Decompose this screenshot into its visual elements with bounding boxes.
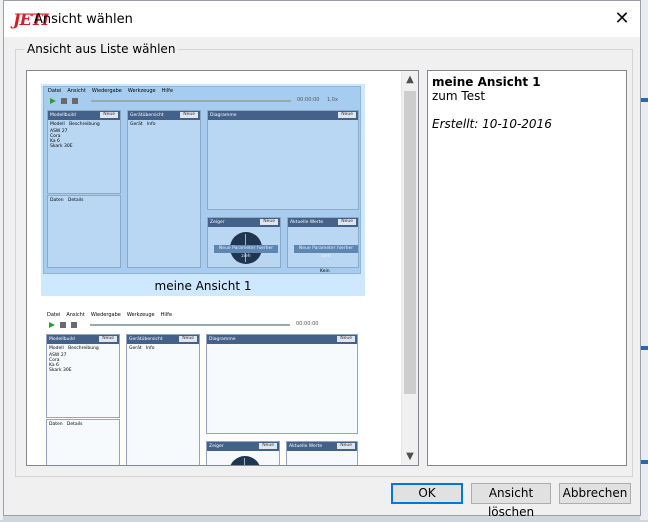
preview-values-panel: Aktuelle Werte Neue [286,441,358,465]
preview-time: 00:00:00 [296,321,319,327]
details-view-name: meine Ansicht 1 [432,75,541,89]
play-icon [50,98,56,104]
preview-footer: Kein [320,269,330,274]
preview-pointer-panel: Zeiger Neue [206,441,280,465]
preview-speed: 1.0x [327,97,338,103]
preview-diagram-panel: Diagramme Neue [207,110,359,210]
dialog-title: Ansicht wählen [34,12,133,27]
delete-view-button[interactable]: Ansicht löschen [471,483,551,519]
list-scrollbar[interactable]: ▲ ▼ [401,71,418,465]
preview-device-panel: Gerätübersicht Neue Gerät Info [126,334,200,465]
scroll-down-icon[interactable]: ▼ [402,448,418,465]
group-label: Ansicht aus Liste wählen [24,42,179,56]
pause-icon [61,98,67,104]
view-list-group: Ansicht aus Liste wählen Datei Ansicht Wie… [15,42,633,477]
view-select-dialog: JETI Ansicht wählen ✕ Ansicht aus Liste … [3,0,641,519]
scroll-thumb[interactable] [404,91,416,394]
view-list-item[interactable]: Datei Ansicht Wiedergabe Werkzeuge Hilfe 00:… [41,309,365,465]
preview-model-panel: Modellbuild Neue Modell Beschreibung ASW … [47,110,121,194]
record-icon [72,98,78,104]
preview-toolbar: 00:00:00 [46,321,358,330]
background-accent [640,98,648,102]
gauge-icon [229,456,261,465]
details-description: zum Test [432,89,486,103]
details-created: Erstellt: 10-10-2016 [432,117,552,131]
view-details-panel: meine Ansicht 1 zum Test Erstellt: 10-10… [427,70,627,466]
scroll-up-icon[interactable]: ▲ [402,71,418,88]
preview-slider [91,100,291,102]
pause-icon [60,322,66,328]
preview-device-panel: Gerätübersicht Neue Gerät Info [127,110,201,268]
background-accent [640,460,648,464]
play-icon [49,322,55,328]
background-accent [640,346,648,350]
preview-menu: Datei Ansicht Wiedergabe Werkzeuge Hilfe [48,88,174,94]
ok-button[interactable]: OK [391,483,463,504]
background-window-edge [640,0,648,520]
preview-slider [90,324,290,326]
title-bar: JETI Ansicht wählen ✕ [4,1,640,37]
view-preview-thumbnail: Datei Ansicht Wiedergabe Werkzeuge Hilfe 00:… [43,311,361,465]
cancel-button[interactable]: Abbrechen [559,483,631,504]
view-list-item[interactable]: Datei Ansicht Wiedergabe Werkzeuge Hilfe 00:… [41,84,365,296]
close-icon[interactable]: ✕ [608,5,636,33]
record-icon [71,322,77,328]
preview-toolbar: 00:00:00 1.0x [47,97,359,106]
view-preview-thumbnail: Datei Ansicht Wiedergabe Werkzeuge Hilfe 00:… [43,86,361,274]
view-item-label: meine Ansicht 1 [154,279,252,293]
preview-diagram-panel: Diagramme Neue [206,334,358,434]
preview-values-panel: Aktuelle Werte Neue Neue Parameter hierhe… [287,217,359,268]
preview-menu: Datei Ansicht Wiedergabe Werkzeuge Hilfe [47,312,173,318]
preview-time: 00:00:00 [297,97,320,103]
preview-data-panel: Daten Details [46,419,120,465]
preview-pointer-panel: Zeiger Neue Neue Parameter hierher zieh [207,217,281,268]
preview-data-panel: Daten Details [47,195,121,268]
preview-model-panel: Modellbuild Neue Modell Beschreibung ASW … [46,334,120,418]
view-list[interactable]: Datei Ansicht Wiedergabe Werkzeuge Hilfe 00:… [26,70,419,466]
